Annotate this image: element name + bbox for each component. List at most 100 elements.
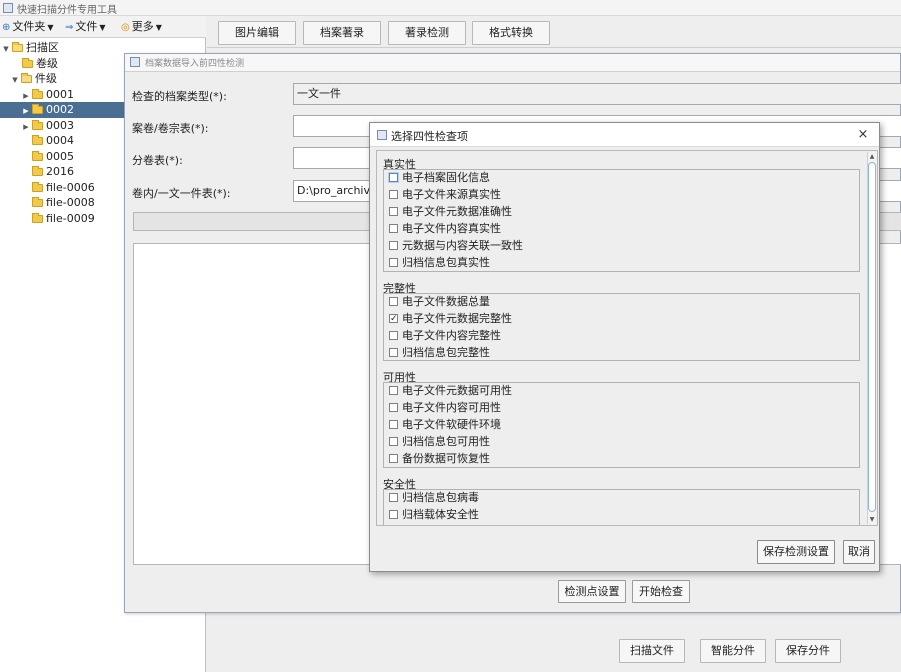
save-check-settings-button[interactable]: 保存检测设置 xyxy=(757,540,835,564)
checkbox[interactable] xyxy=(389,403,398,412)
checkbox[interactable] xyxy=(389,510,398,519)
checkbox-item[interactable]: 电子文件软硬件环境 xyxy=(389,417,501,433)
checkbox[interactable] xyxy=(389,348,398,357)
tree-node-label: file-0009 xyxy=(46,212,95,225)
file-menu-icon: ⇒ xyxy=(65,22,74,33)
checkbox-label: 电子文件元数据准确性 xyxy=(402,205,512,218)
group-security: 归档信息包病毒 归档载体安全性 xyxy=(383,489,860,525)
tab-bar: 图片编辑 档案著录 著录检测 格式转换 xyxy=(207,16,901,48)
start-check-button[interactable]: 开始检查 xyxy=(632,580,690,603)
expand-toggle-icon[interactable]: ▼ xyxy=(2,41,10,57)
checkbox[interactable] xyxy=(389,297,398,306)
scroll-up-arrow-icon[interactable]: ▲ xyxy=(868,152,876,161)
smart-split-button[interactable]: 智能分件 xyxy=(700,639,766,663)
checkbox-item[interactable]: 备份数据可恢复性 xyxy=(389,451,490,467)
file-menu-button[interactable]: ⇒ 文件 ▼ xyxy=(65,19,106,35)
checkbox-item[interactable]: 元数据与内容关联一致性 xyxy=(389,238,523,254)
checkbox-label: 备份数据可恢复性 xyxy=(402,452,490,465)
checkbox-label: 元数据与内容关联一致性 xyxy=(402,239,523,252)
checkbox-label: 归档信息包真实性 xyxy=(402,256,490,269)
checkbox-label: 归档信息包病毒 xyxy=(402,491,479,504)
checkpoint-settings-button[interactable]: 检测点设置 xyxy=(558,580,626,603)
more-menu-label: 更多 xyxy=(131,20,154,33)
tree-node-label: 件级 xyxy=(35,72,57,85)
cancel-button[interactable]: 取消 xyxy=(843,540,875,564)
check-items-scroll-pane[interactable]: 真实性 电子档案固化信息 电子文件来源真实性 电子文件元数据准确性 电子文件内容… xyxy=(376,150,878,526)
more-menu-icon: ◎ xyxy=(121,22,130,33)
folder-menu-label: 文件夹 xyxy=(12,20,46,33)
checkbox-label: 电子文件来源真实性 xyxy=(402,188,501,201)
checkbox[interactable] xyxy=(389,386,398,395)
expand-toggle-icon[interactable]: ▼ xyxy=(11,72,19,88)
checkbox[interactable] xyxy=(389,420,398,429)
checkbox-label: 电子文件元数据完整性 xyxy=(402,312,512,325)
folder-icon xyxy=(32,166,43,176)
inner-window-titlebar: 档案数据导入前四性检测 xyxy=(125,54,900,72)
checkbox-item[interactable]: 电子文件内容真实性 xyxy=(389,221,501,237)
checkbox-item[interactable]: 归档载体安全性 xyxy=(389,507,479,523)
checkbox[interactable] xyxy=(389,454,398,463)
checkbox-item[interactable]: 归档信息包可用性 xyxy=(389,434,490,450)
tree-node-label: file-0008 xyxy=(46,196,95,209)
tab-catalog-check[interactable]: 著录检测 xyxy=(388,21,466,45)
group-integrity: 电子文件数据总量 电子文件元数据完整性 电子文件内容完整性 归档信息包完整性 xyxy=(383,293,860,361)
tree-node-label: 0004 xyxy=(46,134,74,147)
archive-type-select[interactable]: 一文一件 xyxy=(293,83,901,105)
tree-node-label: 0003 xyxy=(46,119,74,132)
save-split-button[interactable]: 保存分件 xyxy=(775,639,841,663)
checkbox[interactable] xyxy=(389,331,398,340)
close-icon[interactable]: × xyxy=(853,125,873,145)
checkbox-item[interactable]: 电子文件来源真实性 xyxy=(389,187,501,203)
tree-node-label: 0002 xyxy=(46,103,74,116)
checkbox-item[interactable]: 电子文件数据总量 xyxy=(389,294,490,310)
checkbox-item[interactable]: 电子文件内容完整性 xyxy=(389,328,501,344)
chevron-down-icon: ▼ xyxy=(155,23,162,32)
folder-menu-button[interactable]: ⊕ 文件夹 ▼ xyxy=(2,19,54,35)
tree-node-label: 卷级 xyxy=(36,57,58,70)
group-authenticity: 电子档案固化信息 电子文件来源真实性 电子文件元数据准确性 电子文件内容真实性 … xyxy=(383,169,860,272)
checkbox-item[interactable]: 归档信息包完整性 xyxy=(389,345,490,361)
vertical-scrollbar[interactable]: ▲ ▼ xyxy=(867,152,876,524)
checkbox-checked[interactable] xyxy=(389,311,398,327)
folder-icon xyxy=(32,104,43,114)
scrollbar-thumb[interactable] xyxy=(868,162,876,512)
left-toolbar: ⊕ 文件夹 ▼ ⇒ 文件 ▼ ◎ 更多 ▼ xyxy=(0,16,206,38)
folder-icon xyxy=(22,58,33,68)
checkbox-item[interactable]: 电子文件内容可用性 xyxy=(389,400,501,416)
chevron-down-icon: ▼ xyxy=(99,23,106,32)
more-menu-button[interactable]: ◎ 更多 ▼ xyxy=(121,19,162,35)
checkbox[interactable] xyxy=(389,224,398,233)
app-title: 快速扫描分件专用工具 xyxy=(17,5,117,16)
folder-icon xyxy=(32,213,43,223)
checkbox[interactable] xyxy=(389,241,398,250)
checkbox-label: 归档信息包完整性 xyxy=(402,346,490,359)
checkbox-item[interactable]: 归档信息包病毒 xyxy=(389,490,479,506)
document-table-label: 卷内/一文一件表(*): xyxy=(132,187,231,200)
checkbox-item[interactable]: 电子文件元数据完整性 xyxy=(389,311,512,327)
checkbox-item[interactable]: 电子文件元数据可用性 xyxy=(389,383,512,399)
expand-toggle-icon[interactable]: ▶ xyxy=(22,103,30,119)
checkbox-label: 电子文件内容真实性 xyxy=(402,222,501,235)
scroll-down-arrow-icon[interactable]: ▼ xyxy=(868,515,876,524)
folder-icon xyxy=(21,73,32,83)
tab-image-edit[interactable]: 图片编辑 xyxy=(218,21,296,45)
checkbox[interactable] xyxy=(389,493,398,502)
window-icon xyxy=(377,130,387,140)
checkbox[interactable] xyxy=(389,258,398,267)
checkbox-item[interactable]: 电子档案固化信息 xyxy=(389,170,490,186)
tree-node-label: 0005 xyxy=(46,150,74,163)
select-check-items-dialog: 选择四性检查项 × 真实性 电子档案固化信息 电子文件来源真实性 电子文件元数据… xyxy=(369,122,880,572)
folder-icon xyxy=(32,151,43,161)
scan-file-button[interactable]: 扫描文件 xyxy=(619,639,685,663)
checkbox[interactable] xyxy=(389,207,398,216)
checkbox[interactable] xyxy=(389,190,398,199)
tab-archive-cataloging[interactable]: 档案著录 xyxy=(303,21,381,45)
checkbox-item[interactable]: 电子文件元数据准确性 xyxy=(389,204,512,220)
checkbox-label: 电子档案固化信息 xyxy=(402,171,490,184)
chevron-down-icon: ▼ xyxy=(47,23,54,32)
checkbox-label: 电子文件内容可用性 xyxy=(402,401,501,414)
checkbox[interactable] xyxy=(389,173,398,182)
checkbox[interactable] xyxy=(389,437,398,446)
tab-format-convert[interactable]: 格式转换 xyxy=(472,21,550,45)
checkbox-item[interactable]: 归档信息包真实性 xyxy=(389,255,490,271)
